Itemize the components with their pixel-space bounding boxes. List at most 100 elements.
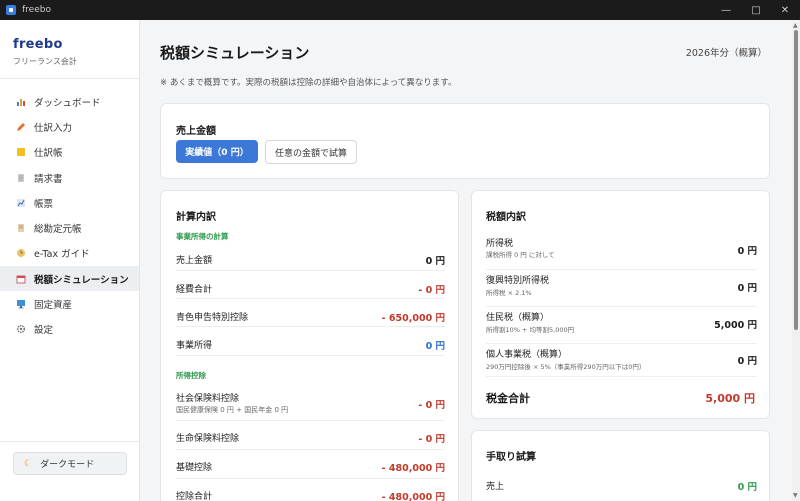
- scroll-down-icon[interactable]: ▼: [793, 492, 798, 499]
- sidebar-item-journal-entry[interactable]: 仕訳入力: [0, 114, 139, 139]
- clock-icon: [16, 248, 26, 258]
- sidebar-item-fixed-assets[interactable]: 固定資産: [0, 291, 139, 316]
- ledger-icon: [16, 223, 26, 233]
- sidebar: freebo フリーランス会計 ダッシュボード 仕訳入力 仕訳帳 請求書 帳票 …: [0, 20, 140, 501]
- main-content: 税額シミュレーション 2026年分（概算） ※ あくまで概算です。実際の税額は控…: [141, 20, 792, 501]
- sidebar-item-label: ダッシュボード: [34, 97, 101, 109]
- document-icon: [16, 173, 26, 183]
- tax-total-value: 5,000 円: [705, 392, 755, 405]
- calendar-icon: [16, 274, 26, 284]
- app-icon: [6, 5, 16, 15]
- sidebar-item-label: 固定資産: [34, 300, 73, 312]
- dark-mode-button[interactable]: ☾ ダークモード: [13, 452, 127, 475]
- bar-chart-icon: [16, 97, 26, 107]
- tax-total-label: 税金合計: [486, 392, 530, 405]
- row-value: - 650,000 円: [381, 313, 445, 324]
- sidebar-item-label: 設定: [34, 325, 54, 337]
- close-icon[interactable]: ✕: [770, 0, 800, 20]
- sidebar-nav: ダッシュボード 仕訳入力 仕訳帳 請求書 帳票 総勘定元帳 e-Tax ガイド: [0, 89, 139, 342]
- calc-row-business-income: 事業所得 0 円: [176, 327, 445, 356]
- row-value: 5,000 円: [714, 320, 757, 331]
- section-label-income-deductions: 所得控除: [176, 371, 206, 380]
- sidebar-item-label: 仕訳入力: [34, 122, 73, 134]
- actual-value-button[interactable]: 実績値（0 円）: [176, 140, 258, 163]
- calc-row-expenses: 経費合計 - 0 円: [176, 271, 445, 299]
- custom-amount-button[interactable]: 任意の金額で試算: [265, 140, 357, 164]
- row-label: 復興特別所得税: [486, 276, 550, 286]
- disclaimer-note: ※ あくまで概算です。実際の税額は控除の詳細や自治体によって異なります。: [160, 78, 457, 88]
- row-value: - 480,000 円: [381, 463, 445, 474]
- sidebar-item-label: 帳票: [34, 198, 54, 210]
- net-income-title: 手取り試算: [486, 452, 536, 463]
- chart-icon: [16, 198, 26, 208]
- row-value: 0 円: [425, 341, 445, 352]
- tax-breakdown-title: 税額内訳: [486, 212, 526, 223]
- net-income-card: 手取り試算 売上 0 円: [471, 430, 770, 501]
- sidebar-item-label: e-Tax ガイド: [34, 249, 90, 261]
- sidebar-item-tax-simulation[interactable]: 税額シミュレーション: [0, 266, 139, 292]
- row-label: 基礎控除: [176, 463, 213, 473]
- vertical-scrollbar[interactable]: ▲ ▼: [792, 20, 800, 501]
- tax-row-resident-tax: 住民税（概算） 所得割10% + 均等割5,000円 5,000 円: [486, 310, 757, 344]
- row-value: 0 円: [737, 482, 757, 493]
- divider: [0, 78, 139, 79]
- row-label: 住民税（概算）: [486, 313, 550, 323]
- tax-row-reconstruction-tax: 復興特別所得税 所得税 × 2.1% 0 円: [486, 273, 757, 307]
- sidebar-item-label: 総勘定元帳: [34, 224, 82, 236]
- row-value: - 0 円: [418, 285, 445, 296]
- tax-breakdown-card: 税額内訳 所得税 課税所得 0 円 に対して 0 円 復興特別所得税 所得税 ×…: [471, 190, 770, 419]
- row-value: - 480,000 円: [381, 492, 445, 501]
- notebook-icon: [16, 147, 26, 157]
- divider: [0, 441, 139, 442]
- maximize-icon[interactable]: □: [741, 0, 771, 20]
- brand-name[interactable]: freebo: [13, 37, 77, 52]
- tax-row-income-tax: 所得税 課税所得 0 円 に対して 0 円: [486, 234, 757, 270]
- calc-row-blue-return-deduction: 青色申告特別控除 - 650,000 円: [176, 299, 445, 327]
- row-label: 売上金額: [176, 256, 213, 266]
- scroll-up-icon[interactable]: ▲: [793, 22, 798, 29]
- pencil-icon: [16, 122, 26, 132]
- row-label: 控除合計: [176, 492, 213, 501]
- sales-card: 売上金額 実績値（0 円） 任意の金額で試算: [160, 103, 770, 179]
- moon-icon: ☾: [24, 458, 33, 469]
- gear-icon: [16, 324, 26, 334]
- row-label: 生命保険料控除: [176, 434, 240, 444]
- sales-title: 売上金額: [176, 126, 216, 137]
- page-title: 税額シミュレーション: [160, 44, 310, 62]
- sidebar-item-settings[interactable]: 設定: [0, 317, 139, 342]
- row-label: 経費合計: [176, 285, 213, 295]
- title-bar: freebo — □ ✕: [0, 0, 800, 20]
- scrollbar-thumb[interactable]: [794, 30, 798, 330]
- minimize-icon[interactable]: —: [711, 0, 741, 20]
- row-value: 0 円: [737, 283, 757, 294]
- monitor-icon: [16, 299, 26, 309]
- sidebar-item-label: 仕訳帳: [34, 148, 63, 160]
- row-value: 0 円: [425, 256, 445, 267]
- dark-mode-label: ダークモード: [40, 460, 95, 470]
- row-sublabel: 課税所得 0 円 に対して: [486, 251, 555, 259]
- row-sublabel: 所得割10% + 均等割5,000円: [486, 326, 575, 334]
- brand-subtitle: フリーランス会計: [13, 57, 77, 66]
- calc-row-social-insurance: 社会保険料控除 国民健康保険 0 円 + 国民年金 0 円 - 0 円: [176, 381, 445, 421]
- sidebar-item-label: 請求書: [34, 173, 63, 185]
- sidebar-item-dashboard[interactable]: ダッシュボード: [0, 89, 139, 114]
- window-title: freebo: [22, 5, 51, 15]
- sidebar-item-reports[interactable]: 帳票: [0, 190, 139, 215]
- calc-row-sales: 売上金額 0 円: [176, 241, 445, 271]
- calculation-card: 計算内訳 事業所得の計算 売上金額 0 円 経費合計 - 0 円 青色申告特別控…: [160, 190, 459, 501]
- row-label: 青色申告特別控除: [176, 313, 249, 323]
- period-label: 2026年分（概算）: [685, 48, 767, 59]
- row-label: 所得税: [486, 239, 514, 249]
- sidebar-item-etax-guide[interactable]: e-Tax ガイド: [0, 241, 139, 266]
- brand: freebo フリーランス会計: [13, 37, 77, 67]
- sidebar-item-general-ledger[interactable]: 総勘定元帳: [0, 215, 139, 240]
- row-label: 個人事業税（概算）: [486, 350, 568, 360]
- calc-row-basic-deduction: 基礎控除 - 480,000 円: [176, 450, 445, 479]
- sidebar-item-invoice[interactable]: 請求書: [0, 165, 139, 190]
- row-label: 社会保険料控除: [176, 394, 240, 404]
- sidebar-item-journal-book[interactable]: 仕訳帳: [0, 140, 139, 165]
- calculation-title: 計算内訳: [176, 212, 216, 223]
- row-value: 0 円: [737, 356, 757, 367]
- row-sublabel: 290万円控除後 × 5%（事業所得290万円以下は0円）: [486, 363, 646, 371]
- row-sublabel: 所得税 × 2.1%: [486, 289, 532, 297]
